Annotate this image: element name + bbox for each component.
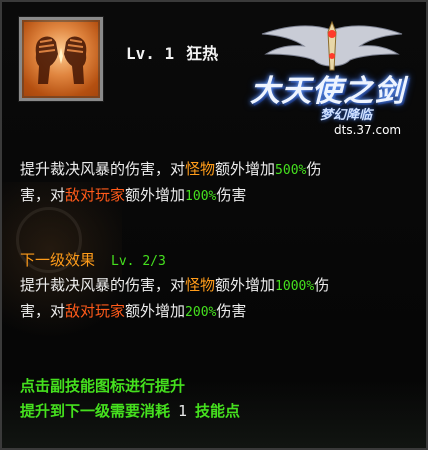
current-effect-description: 提升裁决风暴的伤害，对怪物额外增加500%伤 害，对敌对玩家额外增加100%伤害 xyxy=(20,157,418,209)
text-segment: 额外增加 xyxy=(215,276,276,294)
text-segment: 伤 xyxy=(314,276,330,294)
game-logo: 大天使之剑 梦幻降临 dts.37.com xyxy=(242,20,422,138)
player-damage-value: 100% xyxy=(185,189,217,204)
skill-title: Lv. 1 狂热 xyxy=(126,40,218,64)
monster-damage-value: 1000% xyxy=(275,279,315,294)
upgrade-cost: 提升到下一级需要消耗 1 技能点 xyxy=(20,400,240,421)
logo-url: dts.37.com xyxy=(334,123,402,137)
upgrade-cost-label: 提升到下一级需要消耗 xyxy=(20,402,171,420)
next-effect-line-1: 提升裁决风暴的伤害，对怪物额外增加1000%伤 xyxy=(20,273,418,299)
text-segment: 额外增加 xyxy=(125,302,186,320)
text-segment: 提升裁决风暴的伤害，对 xyxy=(20,160,186,178)
upgrade-cost-value: 1 xyxy=(178,402,188,420)
text-segment: 伤 xyxy=(306,160,322,178)
player-keyword: 敌对玩家 xyxy=(65,186,126,204)
raised-fist-icon xyxy=(22,20,100,98)
logo-subtitle: 梦幻降临 xyxy=(320,108,373,123)
current-effect-line-1: 提升裁决风暴的伤害，对怪物额外增加500%伤 xyxy=(20,157,418,183)
player-damage-value: 200% xyxy=(185,305,217,320)
skill-icon-frame[interactable] xyxy=(19,17,103,101)
monster-keyword: 怪物 xyxy=(185,276,216,294)
skill-name: 狂热 xyxy=(186,44,219,63)
text-segment: 提升裁决风暴的伤害，对 xyxy=(20,276,186,294)
text-segment: 害，对 xyxy=(20,186,66,204)
text-segment: 害，对 xyxy=(20,302,66,320)
next-level-value: Lv. 2/3 xyxy=(111,254,166,269)
next-level-header: 下一级效果 Lv. 2/3 xyxy=(20,249,166,270)
text-segment: 额外增加 xyxy=(125,186,186,204)
skill-level: Lv. 1 xyxy=(126,44,175,63)
monster-damage-value: 500% xyxy=(275,163,307,178)
upgrade-hint: 点击副技能图标进行提升 xyxy=(20,377,186,395)
player-keyword: 敌对玩家 xyxy=(65,302,126,320)
monster-keyword: 怪物 xyxy=(185,160,216,178)
next-level-title: 下一级效果 xyxy=(20,251,96,269)
upgrade-cost-unit: 技能点 xyxy=(195,402,241,420)
current-effect-line-2: 害，对敌对玩家额外增加100%伤害 xyxy=(20,183,418,209)
text-segment: 伤害 xyxy=(216,186,247,204)
skill-tooltip: Lv. 1 狂热 大天使之剑 梦幻降临 dts.37.com 提升裁决风暴的伤害，… xyxy=(0,0,428,450)
next-effect-line-2: 害，对敌对玩家额外增加200%伤害 xyxy=(20,299,418,325)
text-segment: 额外增加 xyxy=(215,160,276,178)
text-segment: 伤害 xyxy=(216,302,247,320)
next-effect-description: 提升裁决风暴的伤害，对怪物额外增加1000%伤 害，对敌对玩家额外增加200%伤… xyxy=(20,273,418,325)
